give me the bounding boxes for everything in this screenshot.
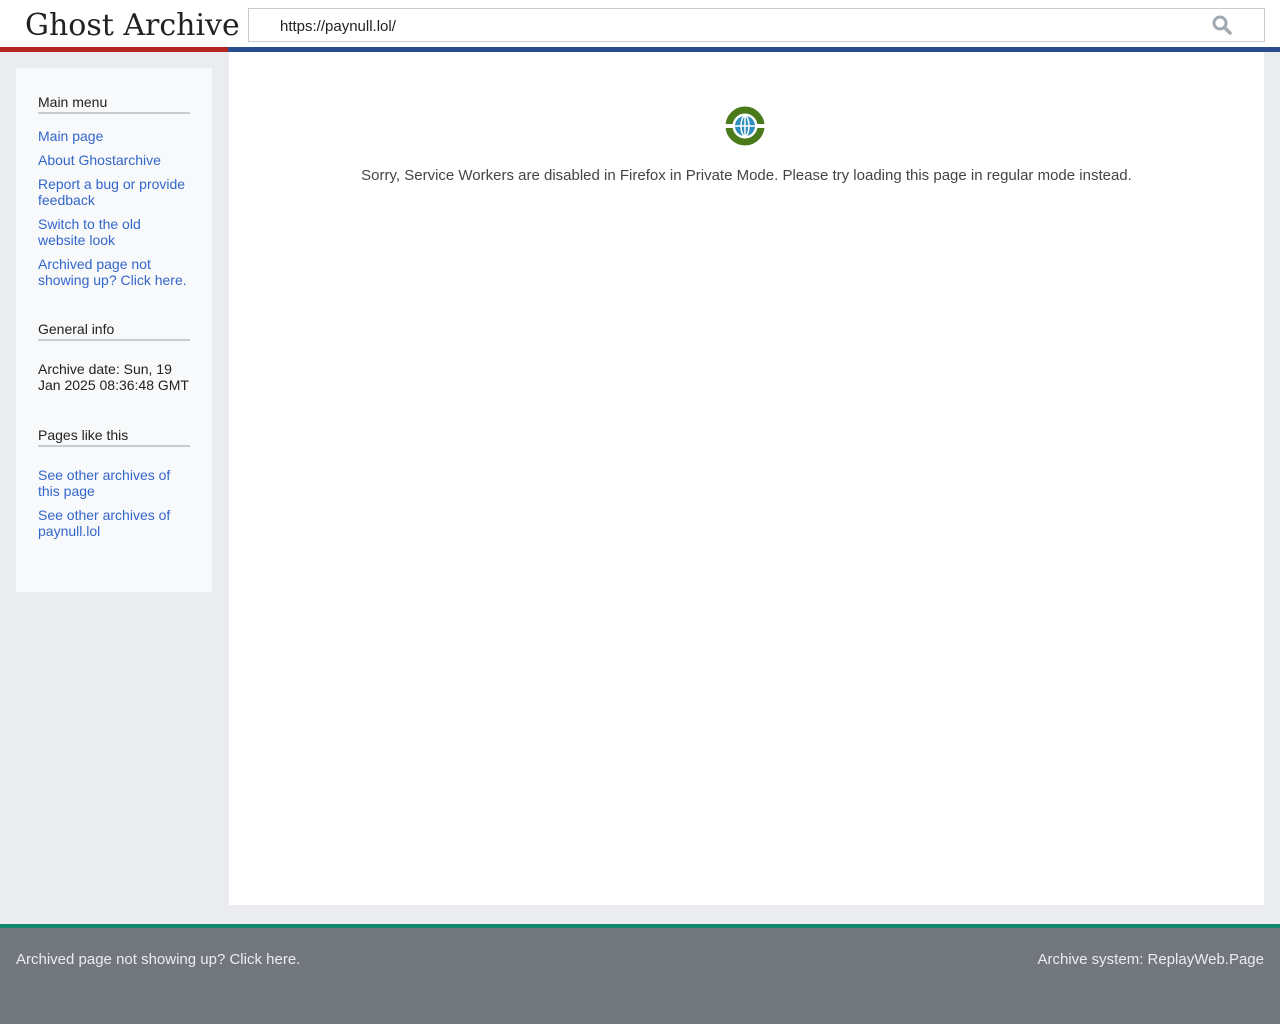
footer-not-showing-link[interactable]: Archived page not showing up? Click here… (16, 951, 300, 968)
globe-icon (725, 106, 765, 146)
archive-system-link[interactable]: Archive system: ReplayWeb.Page (1038, 951, 1265, 968)
about-link[interactable]: About Ghostarchive (38, 152, 190, 168)
other-archives-page-link[interactable]: See other archives of this page (38, 467, 190, 499)
main-menu-title: Main menu (38, 94, 190, 114)
general-info-title: General info (38, 321, 190, 341)
search-icon[interactable] (1211, 14, 1233, 36)
not-showing-link[interactable]: Archived page not showing up? Click here… (38, 256, 190, 288)
main-content: Sorry, Service Workers are disabled in F… (229, 52, 1264, 905)
header: Ghost Archive https://paynull.lol/ (0, 0, 1280, 52)
old-look-link[interactable]: Switch to the old website look (38, 216, 190, 248)
archive-date: Archive date: Sun, 19 Jan 2025 08:36:48 … (38, 361, 189, 393)
sidebar: Main menu Main page About Ghostarchive R… (16, 68, 212, 592)
other-archives-domain-link[interactable]: See other archives of paynull.lol (38, 507, 190, 539)
pages-like-this-title: Pages like this (38, 427, 190, 447)
footer: Archived page not showing up? Click here… (0, 924, 1280, 1024)
report-bug-link[interactable]: Report a bug or provide feedback (38, 176, 190, 208)
logo-underline (0, 47, 228, 52)
site-logo[interactable]: Ghost Archive (25, 8, 240, 43)
service-worker-message: Sorry, Service Workers are disabled in F… (361, 167, 1132, 184)
url-input[interactable]: https://paynull.lol/ (248, 8, 1265, 42)
main-page-link[interactable]: Main page (38, 128, 190, 144)
